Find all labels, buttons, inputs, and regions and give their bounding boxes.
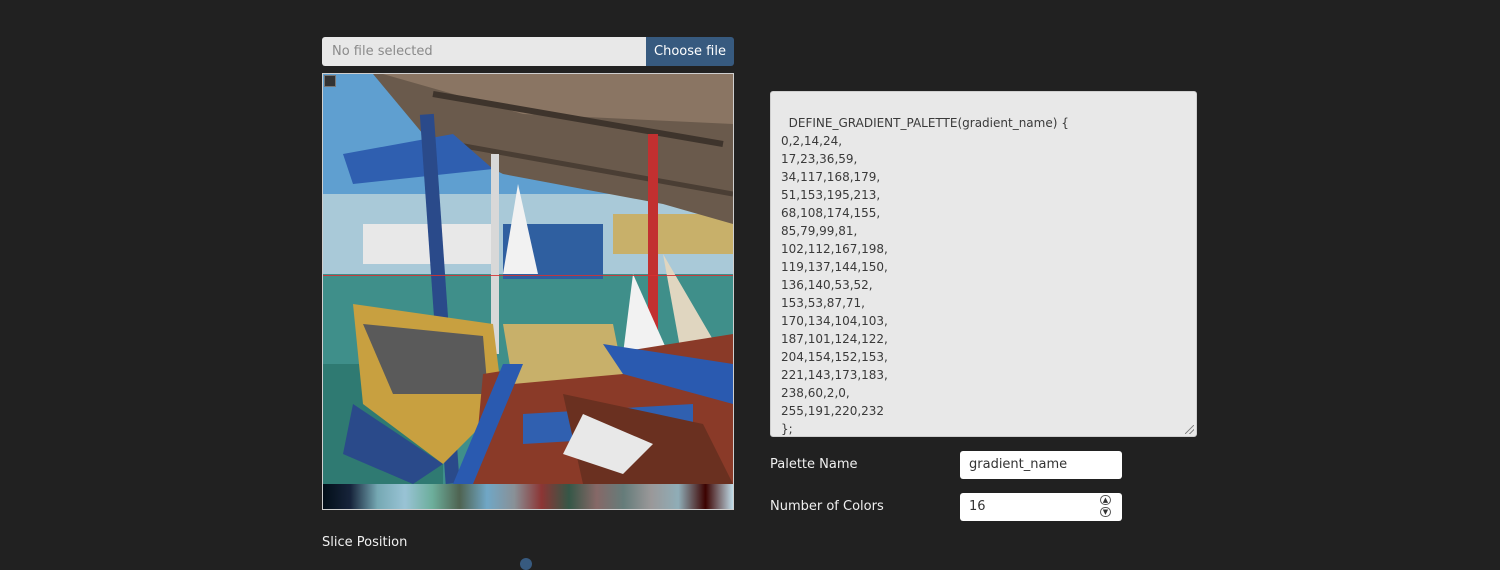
chevron-up-icon[interactable]: ▲	[1100, 495, 1111, 505]
gradient-code-text: DEFINE_GRADIENT_PALETTE(gradient_name) {…	[781, 116, 1069, 436]
gradient-preview-strip	[323, 484, 733, 509]
number-spinner[interactable]: ▲ ▼	[1100, 495, 1112, 519]
file-chooser[interactable]: No file selected Choose file	[322, 37, 734, 66]
palette-name-label: Palette Name	[770, 457, 858, 472]
resize-grip-icon[interactable]	[1185, 425, 1194, 434]
slice-position-label: Slice Position	[322, 535, 408, 550]
chevron-down-icon[interactable]: ▼	[1100, 507, 1111, 517]
number-of-colors-value: 16	[969, 499, 986, 514]
slice-line[interactable]	[323, 275, 733, 276]
gradient-code-textarea[interactable]: DEFINE_GRADIENT_PALETTE(gradient_name) {…	[770, 91, 1197, 437]
slice-position-slider-thumb[interactable]	[520, 558, 532, 570]
image-preview[interactable]	[322, 73, 734, 510]
palette-name-input[interactable]: gradient_name	[960, 451, 1122, 479]
number-of-colors-input[interactable]: 16 ▲ ▼	[960, 493, 1122, 521]
choose-file-button[interactable]: Choose file	[646, 37, 734, 66]
number-of-colors-label: Number of Colors	[770, 499, 884, 514]
file-status-field[interactable]: No file selected	[322, 37, 646, 66]
boat-photo[interactable]	[323, 74, 733, 484]
thumbnail-icon	[324, 75, 336, 87]
